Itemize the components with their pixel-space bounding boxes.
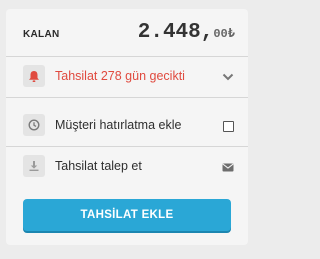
amount-decimal: 00₺: [213, 27, 235, 41]
checkbox-box[interactable]: [222, 120, 234, 132]
overdue-row[interactable]: Tahsilat 278 gün gecikti: [6, 57, 248, 98]
overdue-label: Tahsilat 278 gün gecikti: [55, 69, 185, 83]
collection-card: KALAN 2.448,00₺ Tahsilat 278 gün gecikti: [6, 9, 248, 245]
request-row[interactable]: Tahsilat talep et: [6, 147, 248, 187]
remaining-label: KALAN: [23, 29, 60, 40]
clock-icon: [23, 114, 45, 136]
chevron-down-icon[interactable]: [221, 70, 235, 84]
request-label: Tahsilat talep et: [55, 159, 142, 173]
add-collection-button[interactable]: TAHSİLAT EKLE: [23, 199, 231, 231]
bell-icon: [23, 65, 45, 87]
balance-header: KALAN 2.448,00₺: [6, 9, 248, 57]
download-icon: [23, 155, 45, 177]
reminder-row[interactable]: Müşteri hatırlatma ekle: [6, 106, 248, 147]
amount-main: 2.448,: [137, 21, 214, 44]
envelope-icon[interactable]: [221, 160, 235, 174]
reminder-label: Müşteri hatırlatma ekle: [55, 118, 182, 132]
remaining-amount: 2.448,00₺: [138, 21, 235, 44]
reminder-checkbox[interactable]: [221, 119, 235, 133]
